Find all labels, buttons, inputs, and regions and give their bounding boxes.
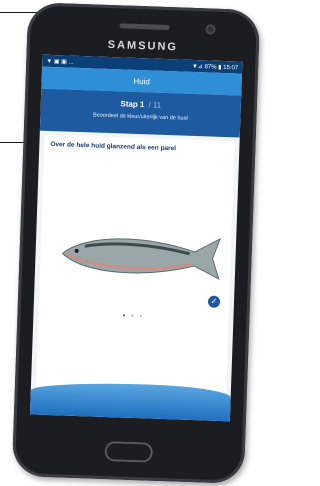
speaker-grille <box>119 23 170 31</box>
card-title: Over de hele huid glanzend als een parel <box>50 140 177 153</box>
step-header: Stap 1/ 11 Beoordeel de kleur/uiterlijk … <box>39 88 242 138</box>
app-title: Huid <box>133 76 151 86</box>
pager-dot[interactable]: • <box>131 313 136 320</box>
fish-image <box>61 237 222 280</box>
pager-dots: • • • <box>38 310 228 324</box>
check-icon[interactable]: ✓ <box>207 295 221 308</box>
step-label: Stap 1 <box>120 99 145 110</box>
status-right: ▼⊿ 87% ▮ 15:07 <box>191 63 239 71</box>
step-total: / 11 <box>148 100 162 110</box>
phone: SAMSUNG ▼ ▣ ▣ ... ▼⊿ 87% ▮ 15:07 Huid St… <box>11 2 261 484</box>
brand-logo: SAMSUNG <box>107 38 179 54</box>
pager-dot[interactable]: • <box>139 313 144 320</box>
step-description: Beoordeel de kleur/uiterlijk van de huid <box>92 112 188 122</box>
status-left: ▼ ▣ ▣ ... <box>46 58 74 66</box>
screen: ▼ ▣ ▣ ... ▼⊿ 87% ▮ 15:07 Huid Stap 1/ 11… <box>29 54 243 422</box>
pager-dot[interactable]: • <box>123 313 128 320</box>
question-card[interactable]: Over de hele huid glanzend als een parel… <box>35 134 235 394</box>
front-camera <box>205 24 216 35</box>
home-button[interactable] <box>104 441 153 463</box>
